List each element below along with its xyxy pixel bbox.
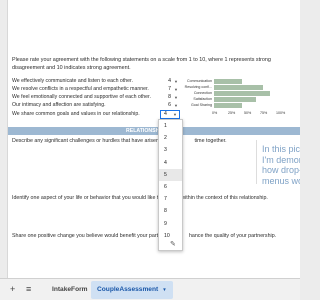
question-connection: We feel emotionally connected and suppor… — [12, 94, 151, 100]
rating-cell[interactable]: 7 — [163, 86, 171, 92]
chart-bar — [214, 97, 256, 102]
tab-coupleassessment[interactable]: CoupleAssessment ▼ — [91, 281, 173, 299]
prompt-text: Identify one aspect of your life or beha… — [12, 195, 162, 201]
callout-line: menus work — [262, 175, 300, 185]
prompt-tail: within the context of this relationship. — [181, 195, 268, 201]
prompt-improvement: Identify one aspect of your life or beha… — [12, 195, 268, 201]
pencil-icon[interactable]: ✎ — [170, 240, 176, 248]
dropdown-option-1[interactable]: 1 — [159, 120, 182, 132]
active-rating-cell[interactable]: 4 ▼ — [160, 110, 180, 119]
chart-bar — [214, 85, 263, 90]
spreadsheet-grid: Please rate your agreement with the foll… — [7, 0, 300, 278]
rating-cell[interactable]: 6 — [163, 102, 171, 108]
annotation-callout: In this pictur I'm demonst how drop-do m… — [256, 140, 300, 184]
chart-category-label: Connection — [193, 91, 212, 95]
callout-line: I'm demonst — [262, 154, 300, 165]
chevron-down-icon[interactable]: ▼ — [174, 87, 178, 92]
prompt-challenges: Describe any significant challenges or h… — [12, 138, 227, 144]
callout-line: how drop-do — [262, 165, 300, 175]
dropdown-option-4[interactable]: 4 — [159, 157, 182, 169]
callout-line: In this pictur — [262, 144, 300, 154]
chevron-down-icon[interactable]: ▼ — [174, 95, 178, 100]
chart-tick-label: 0% — [212, 111, 218, 115]
chevron-down-icon[interactable]: ▼ — [174, 79, 178, 84]
chevron-down-icon[interactable]: ▼ — [162, 287, 166, 292]
prompt-text: Share one positive change you believe wo… — [12, 233, 164, 239]
rating-cell[interactable]: 8 — [163, 94, 171, 100]
chart-category-label: Communication — [187, 79, 212, 83]
chart-category-label: Resolving confl... — [184, 85, 212, 89]
intro-text: Please rate your agreement with the foll… — [12, 57, 271, 71]
menu-icon[interactable]: ≡ — [26, 284, 31, 294]
chart-tick-label: 100% — [276, 111, 286, 115]
chart-category-label: Goal Sharing — [191, 103, 212, 107]
prompt-text: Describe any significant challenges or h… — [12, 138, 165, 144]
dropdown-option-2[interactable]: 2 — [159, 132, 182, 144]
active-rating-value: 4 — [164, 111, 167, 117]
dropdown-option-5[interactable]: 5 — [159, 168, 182, 181]
chart-tick-label: 50% — [244, 111, 252, 115]
question-goals: We share common goals and values in our … — [12, 111, 140, 117]
rating-dropdown-menu[interactable]: 1 2 3 4 5 6 7 8 9 10 ✎ — [158, 119, 183, 251]
prompt-tail: time together. — [194, 138, 227, 144]
chart-bar — [214, 91, 270, 96]
prompt-positive-change: Share one positive change you believe wo… — [12, 233, 276, 239]
tab-label: IntakeForm — [52, 286, 88, 293]
chart-tick-label: 75% — [260, 111, 268, 115]
chevron-down-icon[interactable]: ▼ — [174, 103, 178, 108]
chart-bar — [214, 103, 242, 108]
dropdown-option-6[interactable]: 6 — [159, 181, 182, 193]
chart-category-label: Satisfaction — [193, 97, 212, 101]
plus-icon[interactable]: + — [10, 284, 15, 294]
question-conflict: We resolve conflicts in a respectful and… — [12, 86, 149, 92]
chevron-down-icon[interactable]: ▼ — [173, 112, 177, 118]
tab-label: CoupleAssessment — [97, 286, 159, 293]
rating-cell[interactable]: 4 — [163, 78, 171, 84]
question-intimacy: Our intimacy and affection are satisfyin… — [12, 102, 106, 108]
chart-tick-label: 25% — [228, 111, 236, 115]
sheet-tab-bar: + ≡ IntakeForm ▼ CoupleAssessment▼ — [0, 278, 300, 300]
dropdown-option-9[interactable]: 9 — [159, 218, 182, 230]
dropdown-option-8[interactable]: 8 — [159, 205, 182, 217]
prompt-tail: hance the quality of your partnership. — [188, 233, 277, 239]
question-communication: We effectively communicate and listen to… — [12, 78, 133, 84]
agreement-bar-chart: Communication Resolving confl... Connectio… — [184, 78, 289, 118]
chart-bar — [214, 79, 242, 84]
dropdown-option-3[interactable]: 3 — [159, 144, 182, 156]
dropdown-option-7[interactable]: 7 — [159, 193, 182, 205]
